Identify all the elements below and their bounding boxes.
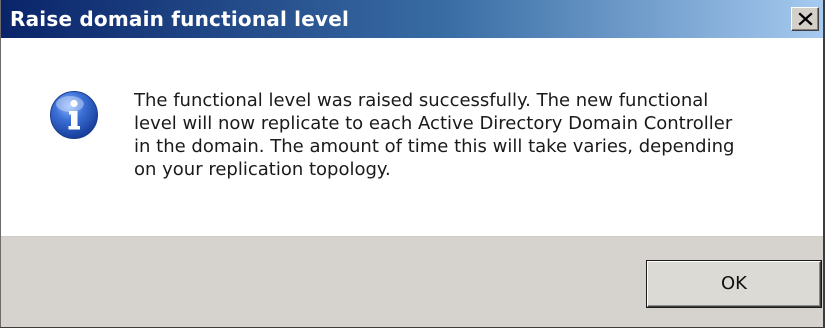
title-bar[interactable]: Raise domain functional level — [1, 0, 823, 38]
ok-button[interactable]: OK — [647, 261, 821, 307]
close-icon — [798, 12, 813, 26]
button-bar: OK — [1, 236, 823, 327]
info-icon — [50, 91, 98, 139]
dialog-body: The functional level was raised successf… — [1, 38, 823, 236]
message-text: The functional level was raised successf… — [134, 90, 735, 180]
close-button[interactable] — [791, 7, 819, 31]
message-dialog: Raise domain functional level The functi… — [0, 0, 825, 328]
window-title: Raise domain functional level — [10, 7, 350, 31]
